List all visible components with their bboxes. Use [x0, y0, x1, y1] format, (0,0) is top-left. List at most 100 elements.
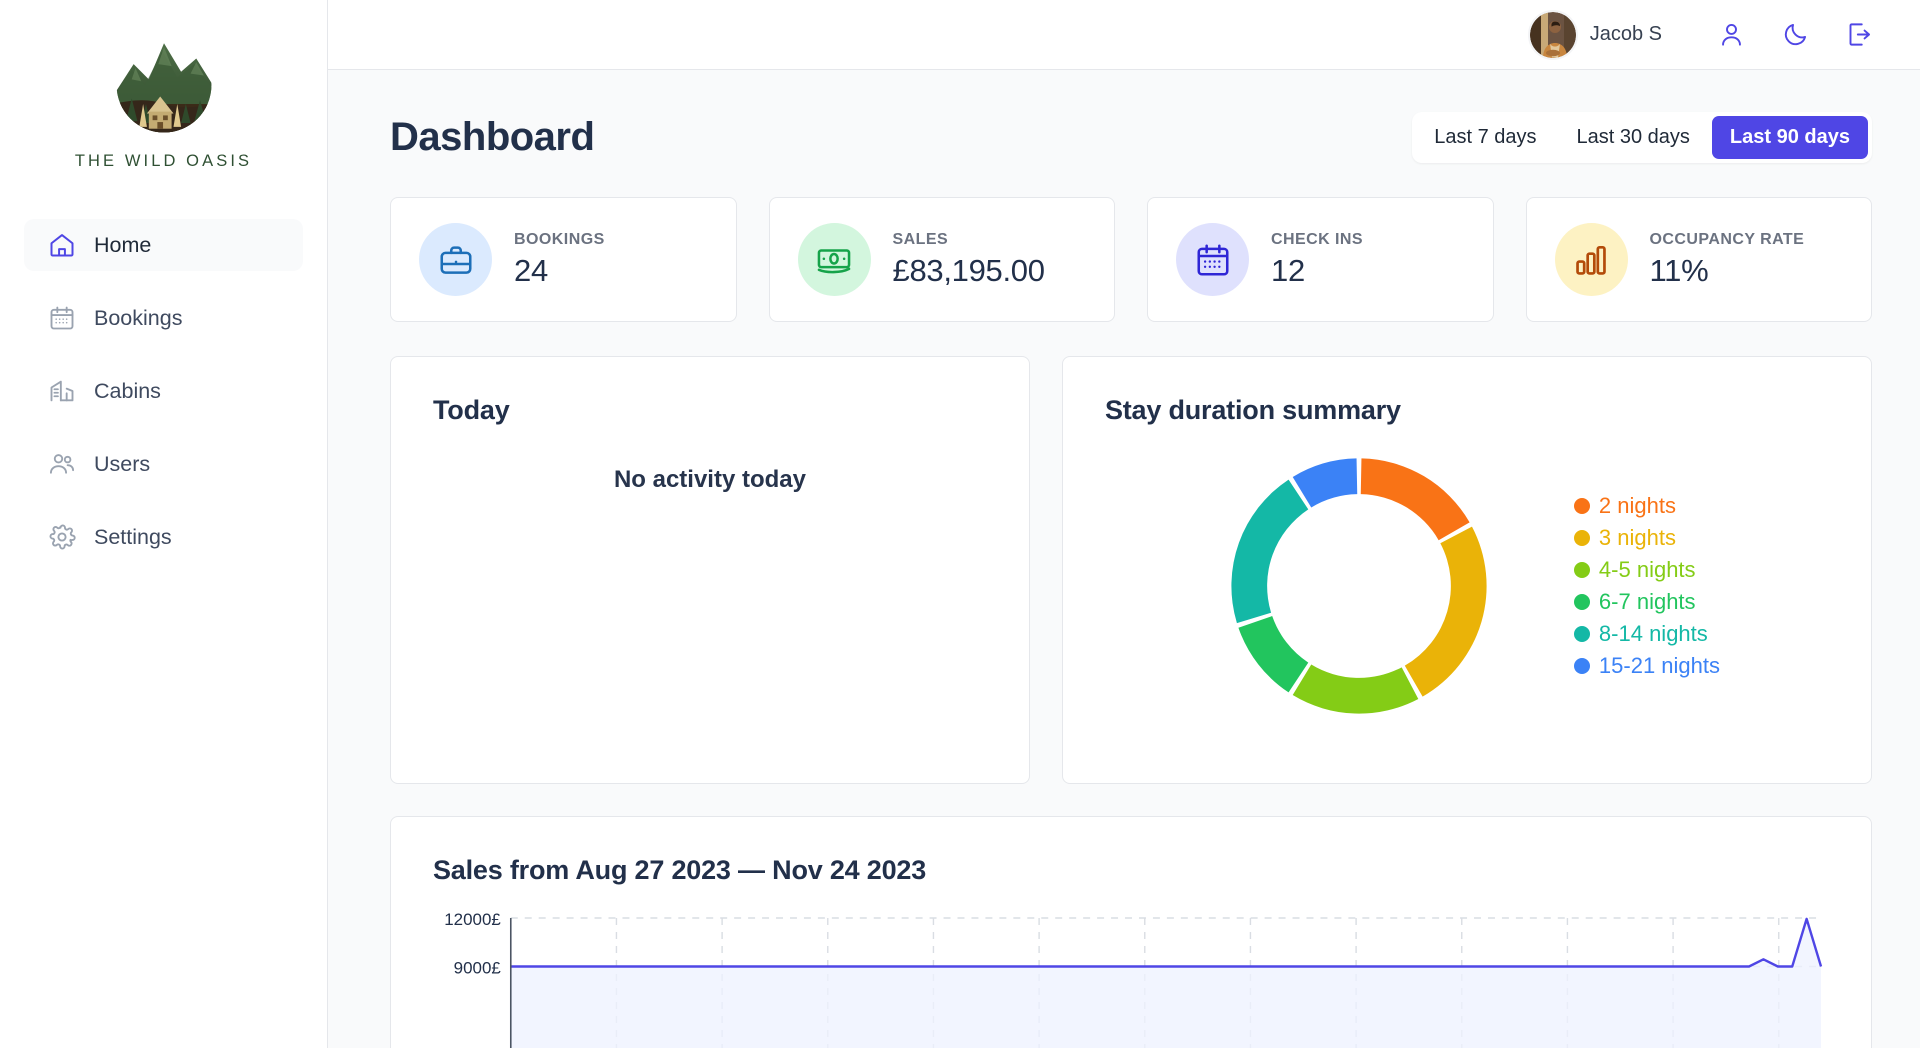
sidebar-item-home[interactable]: Home	[24, 219, 303, 271]
sidebar-item-bookings[interactable]: Bookings	[24, 292, 303, 344]
page-header: Dashboard Last 7 days Last 30 days Last …	[390, 112, 1872, 163]
donut-slice	[1292, 457, 1358, 507]
stat-card-check-ins: CHECK INS 12	[1147, 197, 1494, 322]
sidebar-item-label: Users	[94, 451, 151, 476]
legend-item: 2 nights	[1573, 492, 1720, 519]
legend-label: 6-7 nights	[1598, 588, 1696, 614]
filter-last-30-days[interactable]: Last 30 days	[1559, 116, 1708, 159]
stat-card-bookings: BOOKINGS 24	[390, 197, 737, 322]
brand-name: THE WILD OASIS	[74, 152, 253, 170]
stat-text: SALES £83,195.00	[893, 231, 1045, 289]
user-icon	[1721, 23, 1741, 46]
today-empty-message: No activity today	[613, 466, 806, 493]
legend-dot-icon	[1573, 561, 1590, 578]
sidebar-item-label: Home	[94, 232, 152, 257]
legend-dot-icon	[1573, 529, 1590, 546]
main-content: Dashboard Last 7 days Last 30 days Last …	[328, 70, 1920, 1048]
users-icon	[49, 454, 75, 474]
panels-row: Today No activity today Stay duration su…	[390, 356, 1872, 784]
legend-label: 4-5 nights	[1598, 556, 1696, 582]
stat-icon-wrap	[797, 223, 871, 296]
legend-item: 6-7 nights	[1573, 588, 1720, 615]
stay-duration-panel: Stay duration summary 2 nights 3 nights 4-…	[1061, 356, 1872, 784]
bar-chart-icon	[1576, 245, 1606, 275]
stat-icon-wrap	[419, 223, 492, 296]
avatar	[1527, 9, 1578, 60]
briefcase-icon	[439, 245, 472, 274]
gear-icon	[49, 524, 76, 550]
stat-icon-wrap	[1176, 223, 1249, 296]
moon-icon	[1784, 23, 1806, 46]
sidebar-item-label: Settings	[94, 524, 172, 549]
cabin-icon	[50, 380, 74, 402]
legend-dot-icon	[1573, 593, 1590, 610]
sidebar-nav: Home Bookings Cabins Users Settings	[0, 219, 327, 584]
sidebar: THE WILD OASIS Home Bookings Cabins User…	[0, 0, 328, 1048]
date-range-filter: Last 7 days Last 30 days Last 90 days	[1412, 112, 1872, 163]
sidebar-item-label: Cabins	[94, 378, 161, 403]
top-header: Jacob S	[328, 0, 1920, 70]
stay-duration-donut-chart	[1231, 457, 1487, 714]
dashboard-app: THE WILD OASIS Home Bookings Cabins User…	[0, 0, 1920, 1048]
stat-card-sales: SALES £83,195.00	[768, 197, 1115, 322]
legend-label: 2 nights	[1598, 492, 1676, 518]
y-axis-tick-label: 9000£	[454, 958, 502, 977]
logout-icon	[1849, 23, 1870, 46]
logout-button[interactable]	[1838, 14, 1880, 56]
donut-slice	[1231, 479, 1309, 623]
brand-logo: THE WILD OASIS	[0, 24, 327, 205]
stat-label: CHECK INS	[1271, 230, 1364, 248]
banknote-icon	[817, 248, 851, 273]
legend-item: 15-21 nights	[1573, 652, 1721, 679]
stat-text: BOOKINGS 24	[514, 231, 605, 289]
account-button[interactable]	[1710, 14, 1752, 56]
donut-slice	[1238, 615, 1309, 692]
sidebar-item-settings[interactable]: Settings	[24, 511, 303, 563]
filter-last-7-days[interactable]: Last 7 days	[1416, 116, 1554, 159]
dark-mode-toggle[interactable]	[1774, 14, 1816, 56]
legend-label: 15-21 nights	[1598, 652, 1721, 678]
stat-value: 11%	[1649, 252, 1709, 288]
stat-label: BOOKINGS	[514, 230, 605, 248]
legend-item: 4-5 nights	[1573, 556, 1720, 583]
calendar-icon	[50, 306, 74, 330]
sales-line	[510, 917, 1823, 968]
sales-area-fill	[510, 918, 1822, 1048]
stat-label: SALES	[892, 230, 949, 248]
donut-legend: 2 nights 3 nights 4-5 nights 6-7 nights 8-14…	[1573, 492, 1721, 679]
donut-slice	[1404, 526, 1487, 697]
stat-value: £83,195.00	[892, 252, 1045, 288]
today-panel: Today No activity today	[390, 356, 1030, 784]
donut-slice	[1360, 457, 1470, 540]
legend-label: 8-14 nights	[1598, 620, 1708, 646]
legend-item: 3 nights	[1573, 524, 1720, 551]
stat-value: 12	[1271, 252, 1305, 288]
donut-chart-area: 2 nights 3 nights 4-5 nights 6-7 nights 8-14…	[1105, 426, 1829, 745]
stat-text: CHECK INS 12	[1271, 231, 1363, 289]
mountain-cabin-logo-icon	[116, 37, 211, 133]
calendar-icon	[1196, 243, 1229, 276]
stat-value: 24	[514, 252, 548, 288]
legend-dot-icon	[1573, 625, 1590, 642]
sales-chart-title: Sales from Aug 27 2023 — Nov 24 2023	[433, 855, 927, 885]
user-name: Jacob S	[1589, 23, 1662, 45]
sidebar-item-users[interactable]: Users	[24, 438, 303, 490]
stay-duration-title: Stay duration summary	[1104, 395, 1401, 425]
legend-item: 8-14 nights	[1573, 620, 1720, 647]
stat-cards: BOOKINGS 24 SALES £83,195.00 CHECK INS 1…	[390, 197, 1872, 322]
legend-dot-icon	[1573, 497, 1590, 514]
donut-slice	[1292, 664, 1419, 714]
sales-area-chart: 12000£ 9000£	[444, 912, 1823, 1048]
stat-text: OCCUPANCY RATE 11%	[1650, 231, 1805, 289]
stat-card-occupancy-rate: OCCUPANCY RATE 11%	[1525, 197, 1872, 322]
user-block[interactable]: Jacob S	[1527, 9, 1662, 60]
filter-last-90-days[interactable]: Last 90 days	[1711, 116, 1868, 159]
page-title: Dashboard	[390, 115, 595, 159]
legend-label: 3 nights	[1598, 524, 1676, 550]
sidebar-item-label: Bookings	[94, 305, 183, 330]
legend-dot-icon	[1573, 657, 1590, 674]
stat-label: OCCUPANCY RATE	[1649, 230, 1805, 248]
home-icon	[50, 234, 74, 257]
stat-icon-wrap	[1554, 223, 1628, 296]
sidebar-item-cabins[interactable]: Cabins	[24, 365, 303, 417]
